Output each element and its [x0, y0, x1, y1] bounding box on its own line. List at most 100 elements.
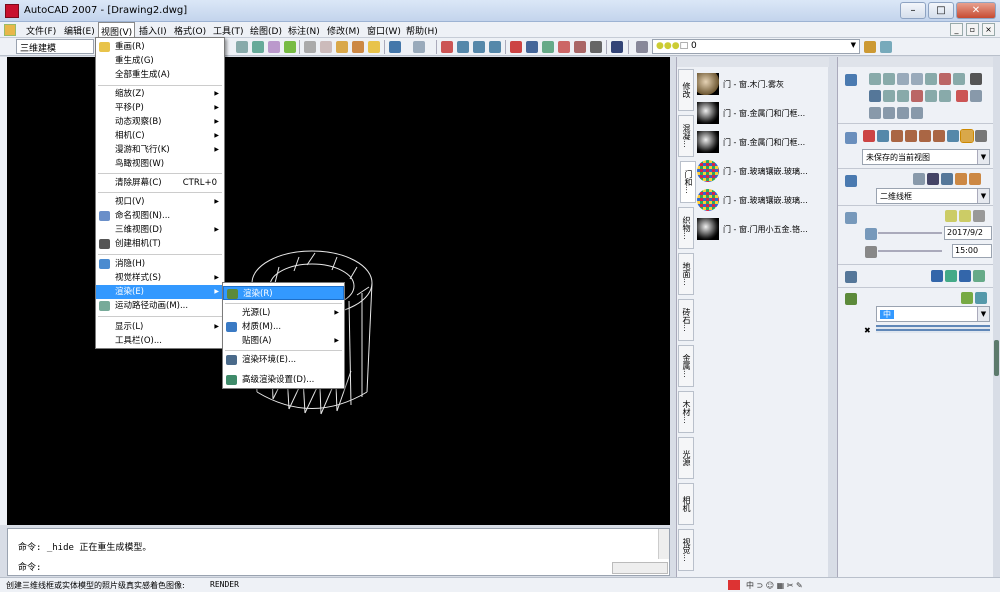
wedge-icon[interactable] [883, 73, 895, 85]
tab-concrete[interactable]: 混凝... [678, 115, 694, 157]
realistic-icon[interactable] [955, 173, 967, 185]
render-close-icon[interactable]: ✖ [864, 326, 871, 335]
extrude-icon[interactable] [969, 73, 982, 85]
torus-icon[interactable] [953, 73, 965, 85]
undo-icon[interactable] [389, 41, 401, 53]
fly-icon[interactable] [960, 129, 974, 143]
3d-hidden-icon[interactable] [941, 173, 953, 185]
minimize-button[interactable]: – [900, 2, 926, 19]
workspace-combo[interactable]: 三维建模 [16, 39, 94, 54]
orbit-icon[interactable] [891, 130, 903, 142]
tab-fabric[interactable]: 织物... [678, 207, 694, 249]
command-window[interactable]: 命令: _hide 正在重生成模型。 命令: [7, 528, 670, 576]
continuous-orbit-icon[interactable] [919, 130, 931, 142]
menu-item-zoom[interactable]: 缩放(Z) ▶ [96, 87, 224, 101]
menu-item-mapping[interactable]: 贴图(A) ▶ [223, 334, 344, 348]
match-properties-icon[interactable] [352, 41, 364, 53]
zoom-previous-icon[interactable] [489, 41, 501, 53]
menu-item-walk-fly[interactable]: 漫游和飞行(K) ▶ [96, 143, 224, 157]
menu-item-toolbars[interactable]: 工具栏(O)... [96, 334, 224, 348]
cut-icon[interactable] [304, 41, 316, 53]
properties-icon[interactable] [510, 41, 522, 53]
block-editor-icon[interactable] [368, 41, 380, 53]
menu-item-lights[interactable]: 光源(L) ▶ [223, 306, 344, 320]
material-item[interactable]: 门 - 窗.玻璃镶嵌.玻璃... [697, 187, 827, 216]
menu-window[interactable]: 窗口(W) [365, 24, 403, 37]
pan-icon[interactable] [441, 41, 453, 53]
markup-icon[interactable] [574, 41, 586, 53]
time-slider[interactable] [878, 250, 942, 260]
render-window-icon[interactable] [975, 292, 987, 304]
3d-wireframe-icon[interactable] [927, 173, 939, 185]
menu-draw[interactable]: 绘图(D) [248, 24, 284, 37]
doc-minimize-button[interactable]: _ [950, 23, 963, 36]
tab-masonry[interactable]: 砖石... [678, 299, 694, 341]
menu-item-display[interactable]: 显示(L) ▶ [96, 320, 224, 334]
tab-doors[interactable]: 门和... [680, 161, 696, 203]
sheet-set-icon[interactable] [558, 41, 570, 53]
sun-properties-icon[interactable] [959, 210, 971, 222]
date-field[interactable]: 2017/9/2 [944, 226, 992, 240]
tab-metal[interactable]: 金属... [678, 345, 694, 387]
slice-icon[interactable] [955, 90, 968, 102]
material-item[interactable]: 门 - 窗.木门.雾灰 [697, 71, 827, 100]
presspull-icon[interactable] [869, 107, 881, 119]
design-center-icon[interactable] [526, 41, 538, 53]
tab-visual-styles[interactable]: 视觉... [678, 529, 694, 571]
menu-item-pan[interactable]: 平移(P) ▶ [96, 101, 224, 115]
union-icon[interactable] [911, 90, 923, 102]
menu-help[interactable]: 帮助(H) [404, 24, 440, 37]
menu-item-regen[interactable]: 重生成(G) [96, 54, 224, 68]
polysolid-icon[interactable] [969, 90, 982, 102]
materials-on-icon[interactable] [931, 270, 943, 282]
menu-item-create-camera[interactable]: 创建相机(T) [96, 237, 224, 251]
menu-item-camera[interactable]: 相机(C) ▶ [96, 129, 224, 143]
menu-item-render-env[interactable]: 渲染环境(E)... [223, 353, 344, 367]
render-quality-combo[interactable]: 中 ▼ [876, 306, 990, 322]
3d-move-icon[interactable] [911, 107, 923, 119]
named-view-combo[interactable]: 未保存的当前视图 ▼ [862, 149, 990, 165]
menu-item-hide[interactable]: 消隐(H) [96, 257, 224, 271]
subtract-icon[interactable] [925, 90, 937, 102]
menu-item-3d-views[interactable]: 三维视图(D) ▶ [96, 223, 224, 237]
box-icon[interactable] [869, 73, 881, 85]
command-scrollbar[interactable] [658, 529, 669, 559]
time-field[interactable]: 15:00 [952, 244, 992, 258]
tab-lights[interactable]: 光源 [678, 437, 694, 479]
menu-item-regen-all[interactable]: 全部重生成(A) [96, 68, 224, 82]
date-slider[interactable] [878, 232, 942, 242]
menu-item-clean-screen[interactable]: 清除屏幕(C) CTRL+0 [96, 176, 224, 190]
revolve-icon[interactable] [869, 90, 881, 102]
plot-icon[interactable] [236, 41, 248, 53]
section-plane-icon[interactable] [897, 107, 909, 119]
menu-item-aerial-view[interactable]: 鸟瞰视图(W) [96, 157, 224, 171]
textures-icon[interactable] [945, 270, 957, 282]
thicken-icon[interactable] [883, 107, 895, 119]
pyramid-icon[interactable] [939, 73, 951, 85]
cylinder-icon[interactable] [897, 73, 909, 85]
menu-view[interactable]: 视图(V) [98, 22, 136, 38]
close-button[interactable]: ✕ [956, 2, 996, 19]
material-item[interactable]: 门 - 窗.玻璃镶嵌.玻璃... [697, 158, 827, 187]
menu-item-orbit[interactable]: 动态观察(B) ▶ [96, 115, 224, 129]
mapping-icon[interactable] [973, 270, 985, 282]
make-current-icon[interactable] [880, 41, 892, 53]
menu-item-redraw[interactable]: 重画(R) [96, 40, 224, 54]
menu-item-motion-path[interactable]: 运动路径动画(M)... [96, 299, 224, 313]
materials-window-icon[interactable] [959, 270, 971, 282]
menu-dimension[interactable]: 标注(N) [286, 24, 322, 37]
tool-palettes-icon[interactable] [542, 41, 554, 53]
render-icon[interactable] [961, 292, 973, 304]
conceptual-icon[interactable] [969, 173, 981, 185]
ime-icon[interactable] [728, 580, 740, 590]
cone-icon[interactable] [911, 73, 923, 85]
swivel-icon[interactable] [933, 130, 945, 142]
layer-manager-icon[interactable] [636, 41, 648, 53]
menu-item-render-render[interactable]: 渲染(R) [223, 286, 344, 300]
document-icon[interactable] [4, 24, 16, 36]
menu-modify[interactable]: 修改(M) [325, 24, 362, 37]
command-hscroll[interactable] [612, 562, 668, 574]
menu-file[interactable]: 文件(F) [24, 24, 58, 37]
quickcalc-icon[interactable] [590, 41, 602, 53]
menu-insert[interactable]: 插入(I) [137, 24, 169, 37]
